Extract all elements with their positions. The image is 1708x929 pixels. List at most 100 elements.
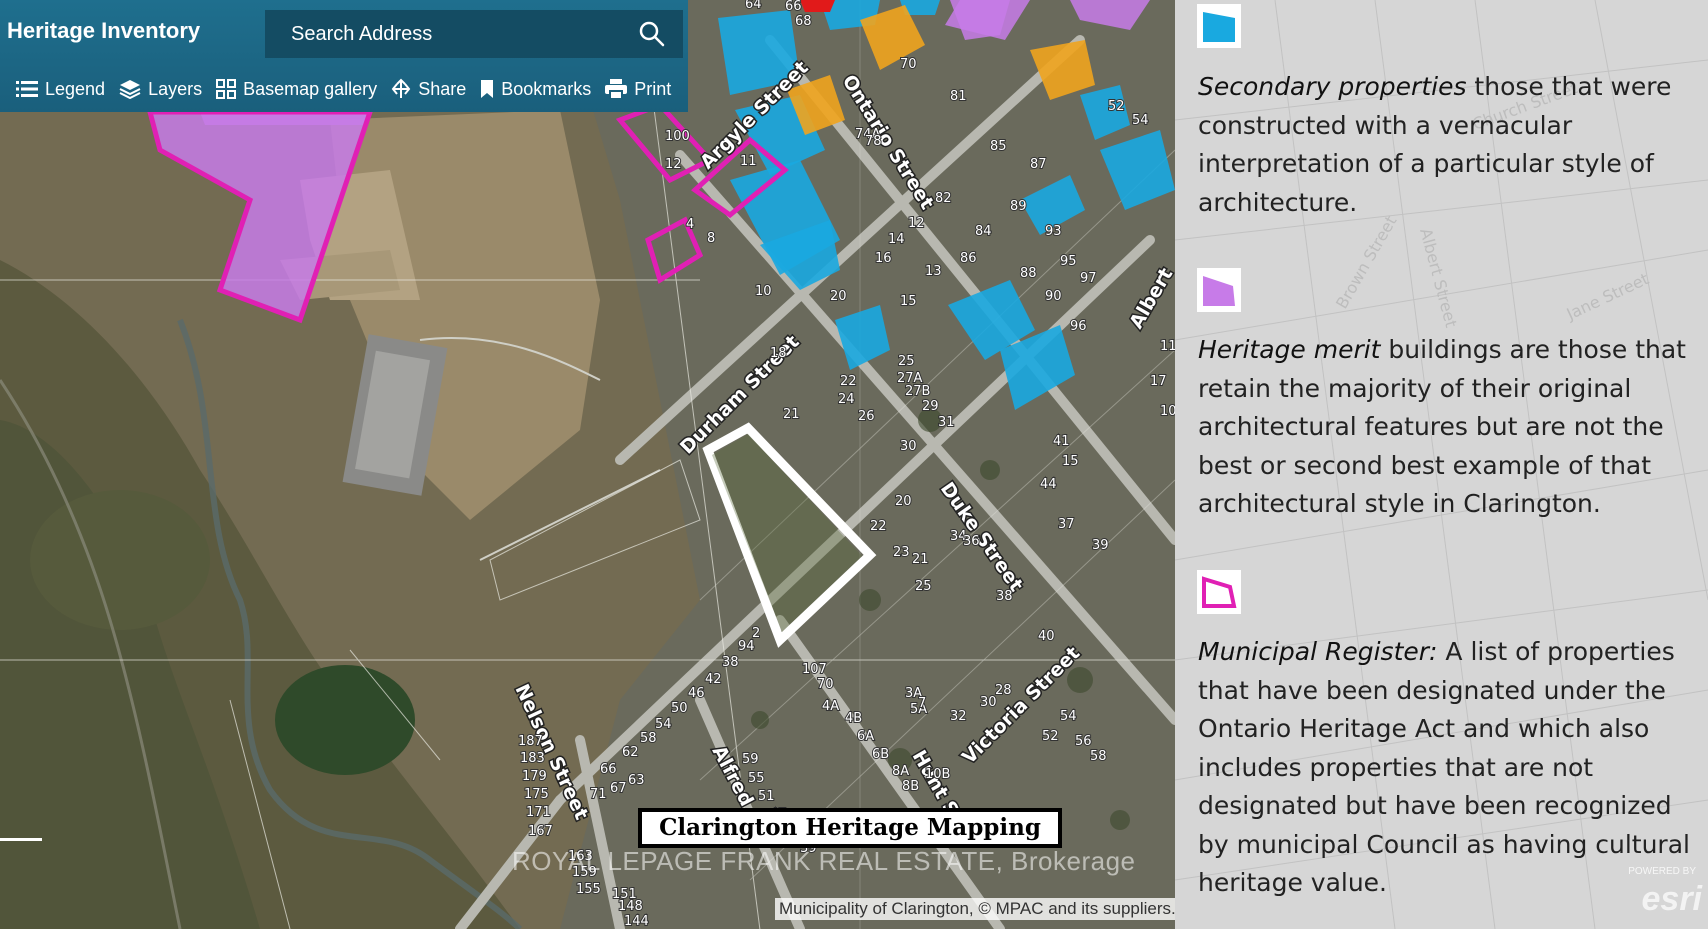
parcel-number: 179: [522, 769, 547, 784]
share-button[interactable]: Share: [391, 78, 466, 100]
share-label: Share: [418, 78, 467, 99]
bookmarks-label: Bookmarks: [501, 78, 592, 99]
bookmark-icon: [481, 80, 494, 98]
parcel-number: 32: [950, 709, 967, 724]
parcel-number: 70: [817, 677, 834, 692]
parcel-number: 12: [665, 157, 682, 172]
parcel-number: 42: [705, 672, 722, 687]
parcel-number: 171: [526, 805, 551, 820]
search-box: [265, 10, 683, 58]
parcel-number: 38: [996, 589, 1013, 604]
legend-desc-register: A list of properties that have been desi…: [1198, 637, 1690, 897]
basemap-gallery-label: Basemap gallery: [243, 78, 378, 99]
parcel-number: 183: [520, 751, 545, 766]
parcel-number: 8: [707, 231, 715, 246]
bg-street-jane: Jane Street: [1563, 269, 1652, 324]
layers-button[interactable]: Layers: [119, 78, 202, 100]
map-view[interactable]: Argyle Street Ontario Street Durham Stre…: [0, 0, 1175, 929]
parcel-number: 25: [915, 579, 932, 594]
list-icon: [16, 81, 38, 97]
parcel-number: 6B: [872, 747, 889, 762]
app-title: Heritage Inventory: [7, 18, 201, 43]
esri-logo: esri: [1641, 880, 1703, 918]
parcel-number: 11: [740, 154, 757, 169]
parcel-number: 97: [1080, 271, 1097, 286]
secondary-swatch-icon: [1203, 12, 1235, 42]
parcel-number: 63: [628, 773, 645, 788]
parcel-number: 16: [875, 251, 892, 266]
parcel-number: 78: [865, 134, 882, 149]
parcel-number: 64: [745, 0, 762, 12]
parcel-number: 8B: [902, 779, 919, 794]
parcel-number: 4: [686, 217, 694, 232]
parcel-number: 44: [1040, 477, 1057, 492]
watermark-text: ROYAL LEPAGE FRANK REAL ESTATE, Brokerag…: [512, 846, 1136, 876]
parcel-number: 55: [748, 771, 765, 786]
legend-label: Legend: [45, 78, 106, 99]
parcel-number: 24: [838, 392, 855, 407]
merit-swatch: [1197, 268, 1241, 312]
parcel-number: 95: [1060, 254, 1077, 269]
parcel-number: 144: [624, 914, 649, 929]
parcel-number: 62: [622, 745, 639, 760]
parcel-number: 21: [912, 552, 929, 567]
parcel-number: 81: [950, 89, 967, 104]
parcel-number: 23: [893, 545, 910, 560]
parcel-number: 17: [1150, 374, 1167, 389]
search-input[interactable]: [265, 10, 651, 58]
legend-item-secondary: Secondary properties those that were con…: [1198, 68, 1703, 222]
legend-item-register: Municipal Register: A list of properties…: [1198, 633, 1703, 903]
parcel-number: 85: [990, 139, 1007, 154]
parcel-number: 187: [518, 734, 543, 749]
legend-item-merit: Heritage merit buildings are those that …: [1198, 331, 1703, 524]
parcel-number: 155: [576, 882, 601, 897]
parcel-number: 13: [925, 264, 942, 279]
basemap-gallery-button[interactable]: Basemap gallery: [216, 78, 377, 100]
app-toolbar: Heritage Inventory Legend Layers Basemap…: [0, 0, 688, 112]
aerial-basemap[interactable]: Argyle Street Ontario Street Durham Stre…: [0, 0, 1175, 929]
search-icon[interactable]: [639, 21, 665, 47]
layers-label: Layers: [148, 78, 203, 99]
bg-street-brown: Brown Street: [1332, 213, 1400, 312]
grid-icon: [216, 79, 237, 99]
parcel-number: 66: [785, 0, 802, 14]
bookmarks-button[interactable]: Bookmarks: [480, 78, 591, 100]
parcel-number: 71: [590, 787, 607, 802]
parcel-number: 68: [795, 14, 812, 29]
parcel-number: 4B: [845, 711, 862, 726]
parcel-number: 38: [722, 655, 739, 670]
parcel-number: 39: [1092, 538, 1109, 553]
parcel-number: 8A: [892, 764, 909, 779]
parcel-number: 94: [738, 639, 755, 654]
layers-icon: [119, 80, 141, 99]
register-swatch-icon: [1202, 576, 1237, 608]
parcel-number: 14: [888, 232, 905, 247]
legend-title-secondary: Secondary properties: [1198, 72, 1467, 101]
share-icon: [391, 78, 411, 98]
parcel-number: 4A: [822, 699, 839, 714]
parcel-number: 70: [900, 57, 917, 72]
parcel-number: 84: [975, 224, 992, 239]
print-label: Print: [634, 78, 672, 99]
print-button[interactable]: Print: [605, 78, 671, 100]
parcel-number: 50: [671, 701, 688, 716]
parcel-number: 41: [1053, 434, 1070, 449]
legend-title-merit: Heritage merit: [1198, 335, 1381, 364]
parcel-number: 15: [1062, 454, 1079, 469]
legend-button[interactable]: Legend: [16, 78, 105, 100]
parcel-number: 10: [755, 284, 772, 299]
parcel-number: 93: [1045, 224, 1062, 239]
parcel-number: 36: [963, 534, 980, 549]
map-attribution: Municipality of Clarington, © MPAC and i…: [775, 898, 1175, 920]
parcel-number: 51: [758, 789, 775, 804]
parcel-number: 107: [802, 662, 827, 677]
parcel-number: 12: [908, 216, 925, 231]
parcel-number: 58: [1090, 749, 1107, 764]
tool-row: Legend Layers Basemap gallery Share Book…: [16, 78, 685, 100]
parcel-number: 21: [783, 407, 800, 422]
parcel-number: 46: [688, 686, 705, 701]
map-caption: Clarington Heritage Mapping: [638, 808, 1062, 848]
parcel-number: 100: [665, 129, 690, 144]
parcel-number: 31: [938, 415, 955, 430]
scale-bar: [0, 838, 42, 841]
